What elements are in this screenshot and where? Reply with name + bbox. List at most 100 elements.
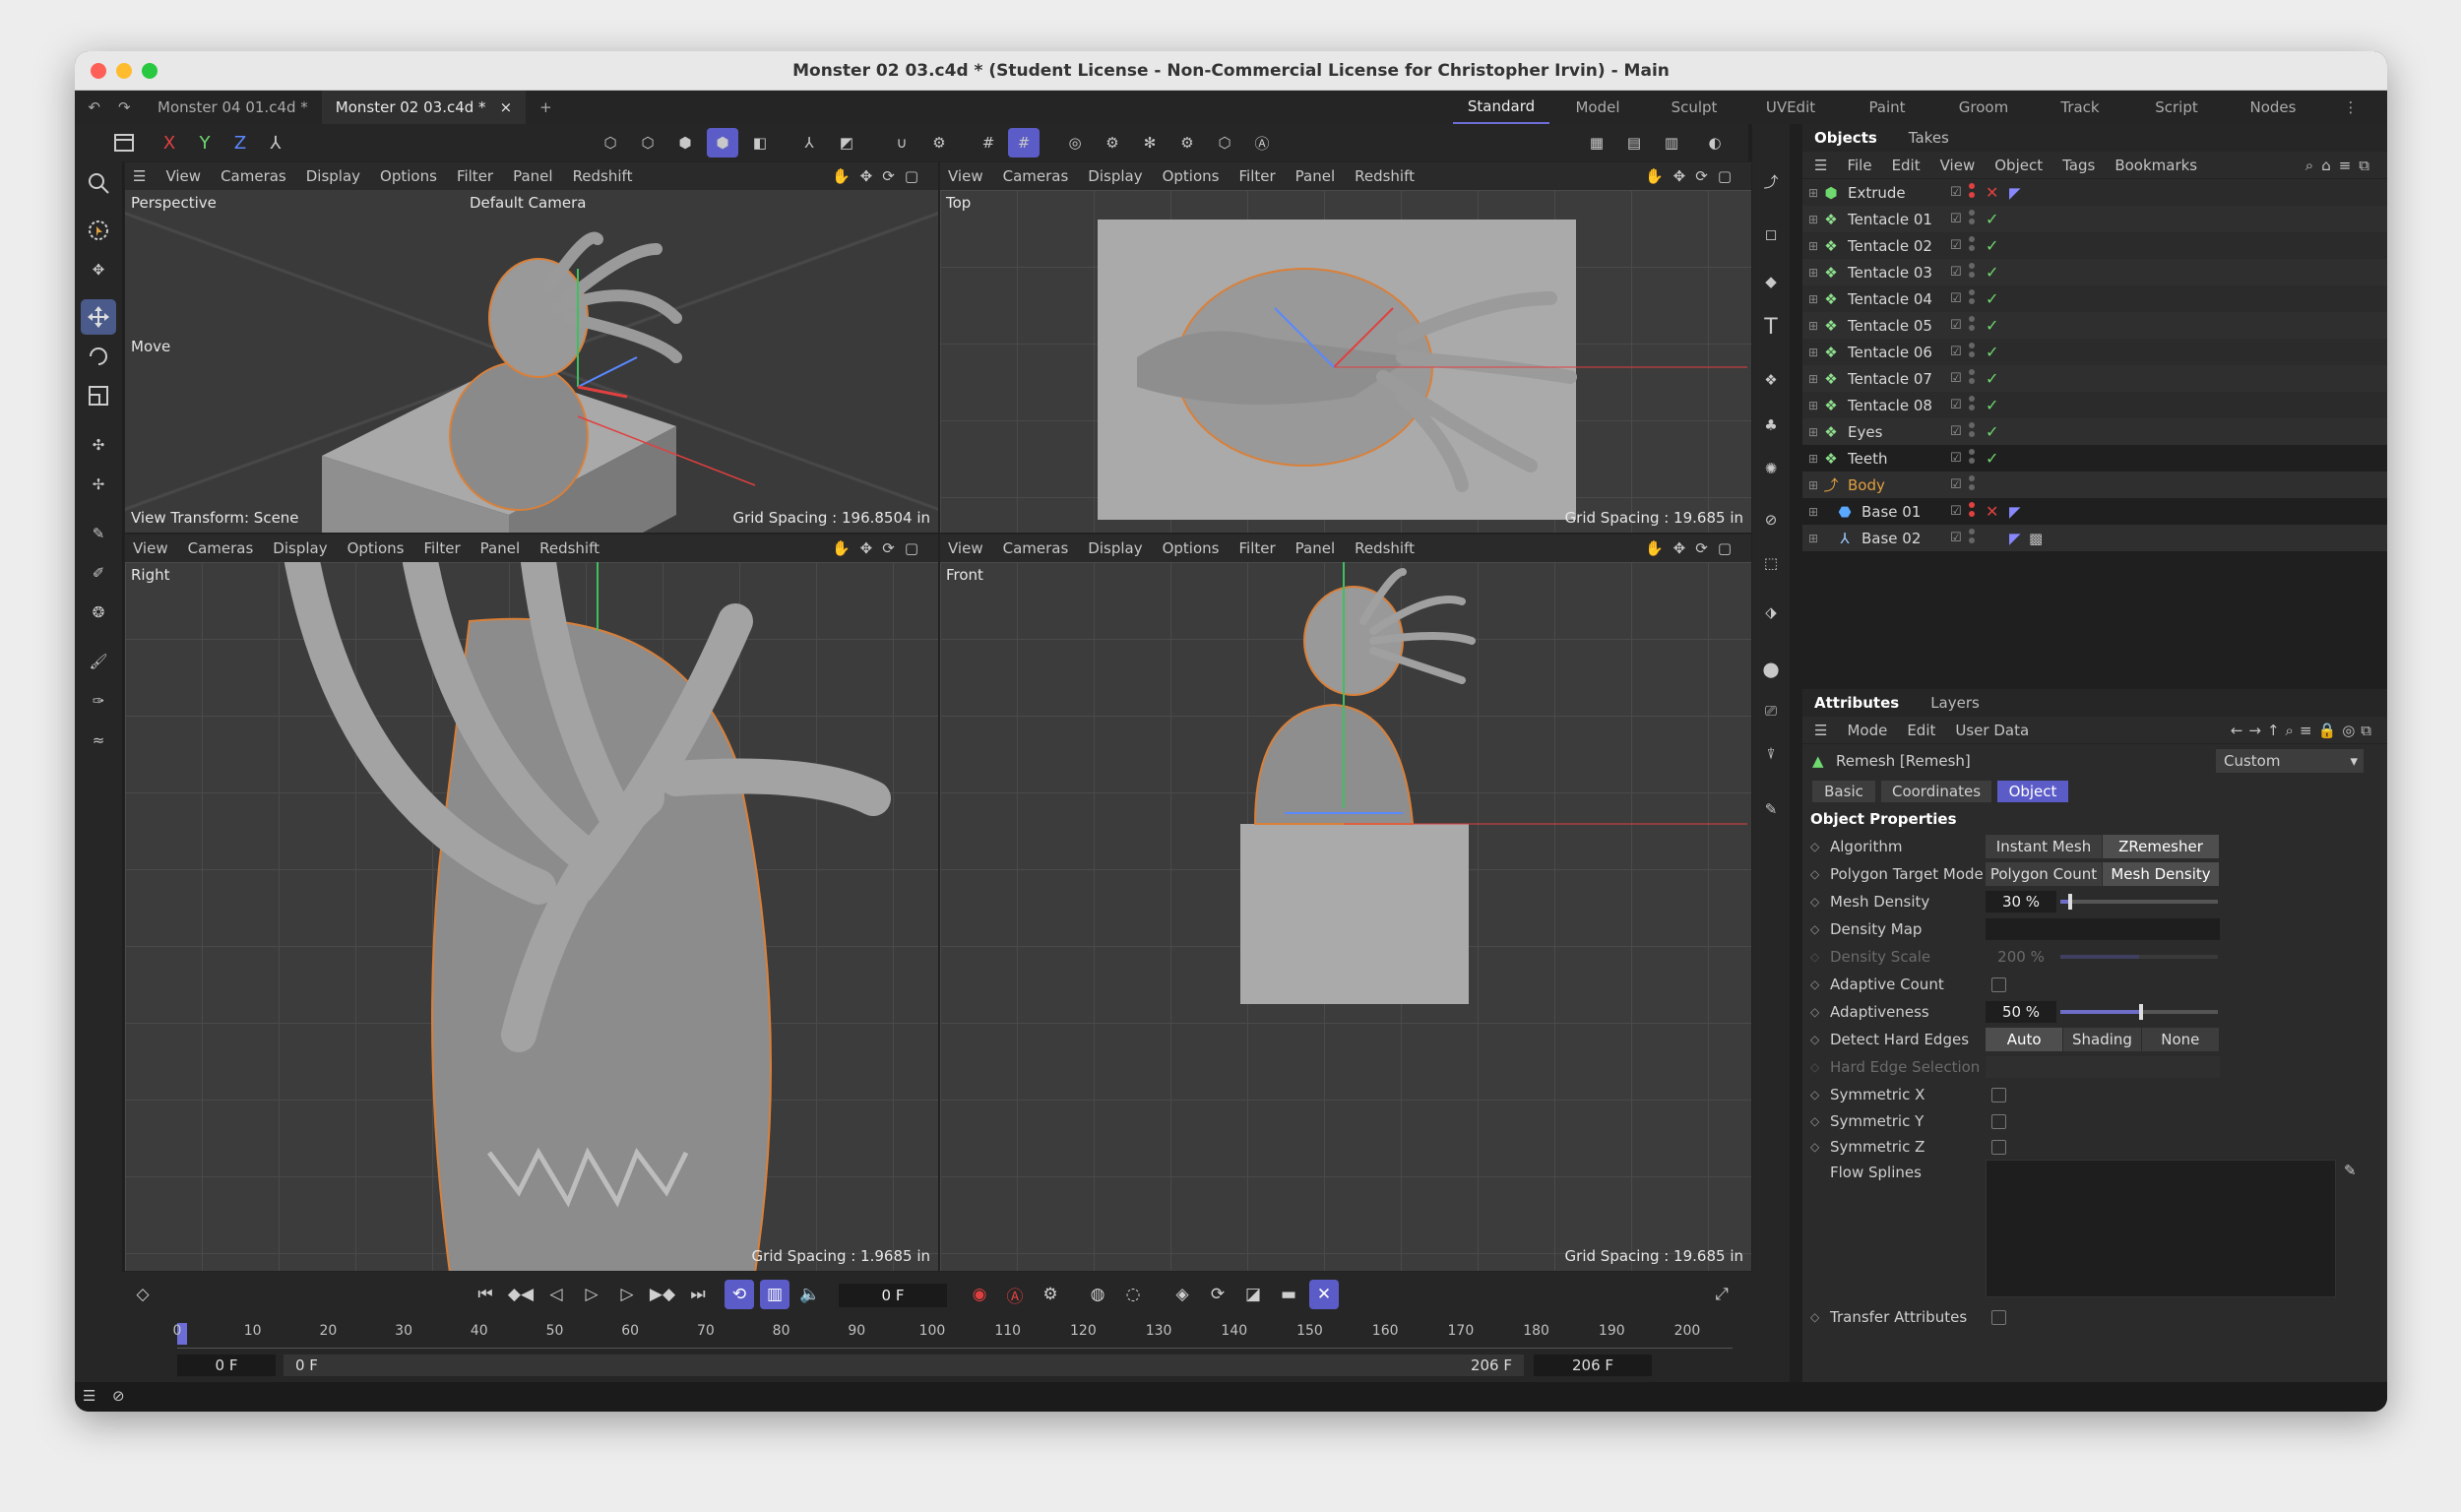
key-pla-icon[interactable]: ◪	[1238, 1280, 1268, 1309]
viewport-front[interactable]: View Cameras Display Options Filter Pane…	[939, 534, 1752, 1272]
layout-sculpt[interactable]: Sculpt	[1646, 98, 1742, 116]
enabled-check-icon[interactable]: ✓	[1986, 316, 1998, 335]
object-name[interactable]: Tentacle 02	[1848, 237, 1946, 255]
vp-menu-panel[interactable]: Panel	[1295, 167, 1335, 185]
vp-menu-filter[interactable]: Filter	[457, 167, 493, 185]
disabled-x-icon[interactable]: ✕	[1986, 502, 1998, 521]
hamburger-menu-icon[interactable]: ☰	[1814, 157, 1827, 174]
deformer-icon[interactable]: ✺	[1755, 453, 1787, 484]
tab-layers[interactable]: Layers	[1930, 694, 1980, 712]
hamburger-menu-icon[interactable]: ☰	[133, 167, 146, 185]
visibility-checkbox-icon[interactable]: ☑	[1950, 451, 1962, 466]
fcurve-icon[interactable]: ⤢	[1707, 1280, 1736, 1309]
expand-icon[interactable]: ⊞	[1808, 452, 1822, 466]
sculpt-icon[interactable]: ≈	[81, 723, 116, 758]
hamburger-menu-icon[interactable]: ☰	[1814, 722, 1827, 739]
vp-menu-filter[interactable]: Filter	[423, 539, 460, 557]
obj-menu-bookmarks[interactable]: Bookmarks	[2114, 157, 2197, 174]
objects-search-icons[interactable]: ⌕⌂≡⧉	[2305, 157, 2377, 174]
placement-tool-icon[interactable]: ✢	[81, 467, 116, 502]
vp-menu-panel[interactable]: Panel	[1295, 539, 1335, 557]
enabled-check-icon[interactable]: ✓	[1986, 369, 1998, 388]
mesh-density-slider[interactable]	[2060, 894, 2218, 910]
vp-menu-panel[interactable]: Panel	[480, 539, 520, 557]
sound-icon[interactable]: 🔈	[795, 1280, 825, 1309]
enabled-check-icon[interactable]: ✓	[1986, 236, 1998, 255]
vp-menu-filter[interactable]: Filter	[1238, 167, 1275, 185]
cube-icon[interactable]: ◆	[1755, 266, 1787, 297]
object-row[interactable]: ⊞ ❖ Tentacle 02 ☑ ✓	[1802, 232, 2387, 259]
expand-icon[interactable]: ⊞	[1808, 478, 1822, 492]
render-view-icon[interactable]: ▦	[1581, 128, 1612, 158]
object-row[interactable]: ⊞ ⬢ Extrude ☑ ✕ ◤	[1802, 179, 2387, 206]
vp-menu-redshift[interactable]: Redshift	[1355, 539, 1415, 557]
vp-menu-cameras[interactable]: Cameras	[1003, 539, 1069, 557]
viewport-top[interactable]: View Cameras Display Options Filter Pane…	[939, 161, 1752, 534]
visibility-checkbox-icon[interactable]: ☑	[1950, 371, 1962, 386]
editor-render-dots-icon[interactable]	[1968, 368, 1976, 390]
viewport-camera[interactable]: Default Camera	[470, 194, 586, 212]
object-name[interactable]: Tentacle 08	[1848, 397, 1946, 414]
solo-icon[interactable]: ◩	[831, 128, 862, 158]
transfer-attributes-checkbox[interactable]	[1991, 1310, 2006, 1325]
keyframe-diamond-icon[interactable]: ◇	[1810, 1310, 1819, 1324]
object-row[interactable]: ⊞ ❖ Teeth ☑ ✓	[1802, 445, 2387, 472]
editor-render-dots-icon[interactable]	[1968, 421, 1976, 443]
null-object-icon[interactable]: ⤴	[1755, 165, 1787, 197]
attr-menu-mode[interactable]: Mode	[1847, 722, 1887, 739]
editor-render-dots-icon[interactable]	[1968, 501, 1976, 523]
knife-icon[interactable]: ✑	[81, 683, 116, 719]
disabled-x-icon[interactable]: ✕	[1986, 183, 1998, 202]
editor-render-dots-icon[interactable]	[1968, 209, 1976, 230]
phong-tag-icon[interactable]: ◤	[2009, 184, 2021, 202]
layout-script[interactable]: Script	[2128, 98, 2225, 116]
maximize-window-button[interactable]	[142, 63, 158, 79]
snap-icon[interactable]: #	[1008, 128, 1040, 158]
vp-menu-redshift[interactable]: Redshift	[1355, 167, 1415, 185]
redshift-icon[interactable]: Ⓐ	[1246, 128, 1278, 158]
hard-edges-none[interactable]: None	[2141, 1028, 2220, 1051]
attributes-nav-icons[interactable]: ←→↑⌕≡🔒◎⧉	[2231, 722, 2377, 739]
end-frame-field[interactable]: 206 F	[1534, 1354, 1652, 1376]
object-name[interactable]: Extrude	[1848, 184, 1946, 202]
keyframe-diamond-icon[interactable]: ◇	[1810, 867, 1819, 881]
vp-menu-cameras[interactable]: Cameras	[1003, 167, 1069, 185]
expand-icon[interactable]: ⊞	[1808, 213, 1822, 226]
visibility-checkbox-icon[interactable]: ☑	[1950, 318, 1962, 333]
hard-edges-shading[interactable]: Shading	[2063, 1028, 2142, 1051]
close-tab-icon[interactable]: ×	[500, 98, 513, 116]
select-tool-icon[interactable]	[81, 213, 116, 248]
editor-render-dots-icon[interactable]	[1968, 395, 1976, 416]
next-frame-icon[interactable]: ▷	[612, 1280, 642, 1309]
layout-model[interactable]: Model	[1549, 98, 1646, 116]
phong-tag-icon[interactable]: ◤	[2009, 503, 2021, 521]
gear-icon[interactable]: ⚙	[923, 128, 955, 158]
enabled-check-icon[interactable]: ✓	[1986, 449, 1998, 468]
density-map-link-field[interactable]	[1986, 918, 2220, 940]
axis-y-lock-icon[interactable]: Y	[189, 128, 221, 158]
points-mode-icon[interactable]: ⬡	[595, 128, 626, 158]
viewport-nav-icons[interactable]: ✋✥⟳▢	[832, 167, 928, 185]
keyframe-diamond-icon[interactable]: ◇	[1810, 1114, 1819, 1128]
visibility-checkbox-icon[interactable]: ☑	[1950, 531, 1962, 545]
target-polygon-count[interactable]: Polygon Count	[1986, 862, 2103, 886]
start-frame-field[interactable]: 0 F	[177, 1354, 276, 1376]
symmetric-y-checkbox[interactable]	[1991, 1114, 2006, 1129]
record-icon[interactable]: ◉	[965, 1280, 994, 1309]
slider-knob[interactable]	[2139, 1004, 2143, 1020]
object-name[interactable]: Eyes	[1848, 423, 1946, 441]
hexagon-icon[interactable]: ⬡	[1209, 128, 1240, 158]
layout-standard[interactable]: Standard	[1453, 91, 1549, 124]
transform-tool-icon[interactable]: ✣	[81, 427, 116, 463]
phong-tag-icon[interactable]: ◤	[2009, 530, 2021, 547]
editor-render-dots-icon[interactable]	[1968, 528, 1976, 549]
tab-attributes[interactable]: Attributes	[1814, 694, 1899, 712]
doc-tab-monster-02[interactable]: Monster 02 03.c4d * ×	[321, 91, 527, 124]
subtab-coordinates[interactable]: Coordinates	[1881, 781, 1991, 802]
text-tool-icon[interactable]: T	[1755, 311, 1787, 343]
deformer-icon[interactable]: ✻	[1134, 128, 1166, 158]
object-row[interactable]: ⊞ ❖ Tentacle 03 ☑ ✓	[1802, 259, 2387, 285]
object-row[interactable]: ⊞ ❖ Tentacle 08 ☑ ✓	[1802, 392, 2387, 418]
expand-icon[interactable]: ⊞	[1808, 319, 1822, 333]
expand-icon[interactable]: ⊞	[1808, 372, 1822, 386]
